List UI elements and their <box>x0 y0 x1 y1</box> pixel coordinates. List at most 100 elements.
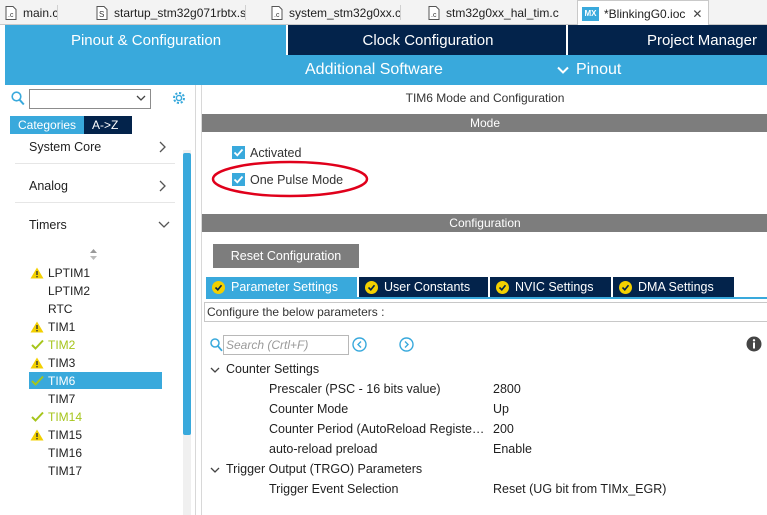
timer-label: TIM14 <box>48 409 83 424</box>
tab-clock-configuration[interactable]: Clock Configuration <box>289 25 568 55</box>
activated-checkbox-row[interactable]: Activated <box>232 144 301 161</box>
tab-categories[interactable]: Categories <box>10 116 85 134</box>
sort-icon[interactable] <box>89 248 98 261</box>
tab-nvic-settings[interactable]: NVIC Settings <box>490 277 611 297</box>
tabs-underline <box>206 297 767 299</box>
timer-item[interactable]: LPTIM2 <box>29 282 162 299</box>
checkmark-icon <box>29 408 45 425</box>
checkbox-checked-icon[interactable] <box>232 146 245 159</box>
timer-item[interactable]: TIM16 <box>29 444 162 461</box>
editor-tab-bar: .c main.c S startup_stm32g071rbtx.s .c s… <box>0 0 767 26</box>
blank-icon <box>29 300 45 317</box>
checkmark-icon <box>29 336 45 353</box>
category-system-core[interactable]: System Core <box>29 137 169 157</box>
editor-tab-system[interactable]: .c system_stm32g0xx.c <box>270 0 402 25</box>
param-counter-period-value[interactable]: 200 <box>493 420 514 438</box>
timer-item[interactable]: TIM14 <box>29 408 162 425</box>
check-circle-icon <box>212 280 225 294</box>
editor-tab-hal-tim[interactable]: .c stm32g0xx_hal_tim.c <box>427 0 559 25</box>
editor-tab-label: *BlinkingG0.ioc <box>604 6 686 21</box>
gear-icon[interactable] <box>171 90 187 109</box>
mode-configuration-panel: TIM6 Mode and Configuration Mode Activat… <box>201 85 767 515</box>
chevron-right-icon <box>158 180 167 192</box>
param-counter-mode-value[interactable]: Up <box>493 400 509 418</box>
tab-parameter-settings[interactable]: Parameter Settings <box>206 277 357 297</box>
parameter-search-input[interactable]: Search (Crtl+F) <box>223 335 349 355</box>
annotation-ellipse <box>211 160 369 198</box>
tab-a-to-z[interactable]: A->Z <box>84 116 133 134</box>
timer-item[interactable]: TIM15 <box>29 426 162 443</box>
timer-label: TIM15 <box>48 427 83 442</box>
close-icon[interactable]: ✕ <box>692 7 702 21</box>
category-timers[interactable]: Timers <box>29 215 170 235</box>
param-prescaler-value[interactable]: 2800 <box>493 380 521 398</box>
chevron-down-icon <box>158 219 170 231</box>
main-nav-bar: Pinout & Configuration Clock Configurati… <box>5 25 767 55</box>
group-trigger-output[interactable]: Trigger Output (TRGO) Parameters <box>210 460 422 478</box>
page-title: TIM6 Mode and Configuration <box>405 91 565 105</box>
timer-label: TIM6 <box>48 373 76 388</box>
category-analog[interactable]: Analog <box>29 176 169 196</box>
timer-label: TIM17 <box>48 463 83 478</box>
param-counter-mode-name: Counter Mode <box>269 402 349 416</box>
parameter-tabs: Parameter Settings User Constants NVIC S… <box>206 277 736 297</box>
editor-tab-startup[interactable]: S startup_stm32g071rbtx.s <box>95 0 247 25</box>
timer-label: TIM3 <box>48 355 76 370</box>
tab-project-manager[interactable]: Project Manager <box>569 25 767 55</box>
timer-item[interactable]: TIM3 <box>29 354 162 371</box>
warning-icon <box>29 354 45 371</box>
category-divider <box>15 163 175 164</box>
param-trigger-event-value[interactable]: Reset (UG bit from TIMx_EGR) <box>493 480 666 498</box>
timer-label: TIM2 <box>48 337 76 352</box>
timer-item[interactable]: TIM1 <box>29 318 162 335</box>
configuration-header: Configuration <box>202 214 767 232</box>
c-source-file-icon: .c <box>4 5 18 20</box>
check-circle-icon <box>619 280 632 294</box>
tab-pinout-configuration[interactable]: Pinout & Configuration <box>5 25 288 55</box>
chevron-right-icon <box>158 141 167 153</box>
timer-item[interactable]: TIM17 <box>29 462 162 479</box>
search-previous-icon[interactable] <box>352 337 367 352</box>
timer-item[interactable]: TIM7 <box>29 390 162 407</box>
editor-tab-ioc[interactable]: MX *BlinkingG0.ioc ✕ <box>577 0 709 26</box>
editor-tab-label: stm32g0xx_hal_tim.c <box>446 5 559 20</box>
reset-configuration-button[interactable]: Reset Configuration <box>213 244 359 268</box>
timer-item[interactable]: RTC <box>29 300 162 317</box>
group-counter-settings[interactable]: Counter Settings <box>210 360 319 378</box>
mode-header: Mode <box>202 114 767 132</box>
param-trigger-event-name: Trigger Event Selection <box>269 482 399 496</box>
blank-icon <box>29 444 45 461</box>
timer-item[interactable]: TIM2 <box>29 336 162 353</box>
categories-panel: Categories A->Z System Core Analog Timer… <box>5 85 196 515</box>
timer-label: TIM1 <box>48 319 76 334</box>
info-icon[interactable] <box>746 336 762 352</box>
timer-label: LPTIM1 <box>48 265 91 280</box>
check-circle-icon <box>496 280 509 294</box>
scrollbar-thumb[interactable] <box>183 153 191 435</box>
blank-icon <box>29 282 45 299</box>
mx-file-icon: MX <box>582 6 599 21</box>
asm-source-file-icon: S <box>95 5 109 20</box>
chevron-down-icon <box>557 66 569 75</box>
search-icon <box>210 338 223 352</box>
tab-dma-settings[interactable]: DMA Settings <box>613 277 734 297</box>
editor-tab-main-c[interactable]: .c main.c <box>4 0 59 25</box>
pinout-menu[interactable]: Pinout <box>557 55 621 85</box>
timer-label: LPTIM2 <box>48 283 91 298</box>
category-search-combo[interactable] <box>29 89 151 109</box>
param-auto-reload-value[interactable]: Enable <box>493 440 532 458</box>
search-next-icon[interactable] <box>399 337 414 352</box>
category-search-row <box>5 85 196 115</box>
check-circle-icon <box>365 280 378 294</box>
c-source-file-icon: .c <box>270 5 284 20</box>
editor-tab-label: startup_stm32g071rbtx.s <box>114 5 247 20</box>
additional-software-menu[interactable]: Additional Software <box>305 55 443 85</box>
tab-user-constants[interactable]: User Constants <box>359 277 488 297</box>
timer-item[interactable]: TIM6 <box>29 372 162 389</box>
blank-icon <box>29 390 45 407</box>
chevron-down-icon[interactable] <box>136 91 146 105</box>
svg-text:.c: .c <box>274 12 280 19</box>
timer-item[interactable]: LPTIM1 <box>29 264 162 281</box>
svg-text:.c: .c <box>8 12 14 19</box>
category-tabs: Categories A->Z <box>10 116 133 134</box>
